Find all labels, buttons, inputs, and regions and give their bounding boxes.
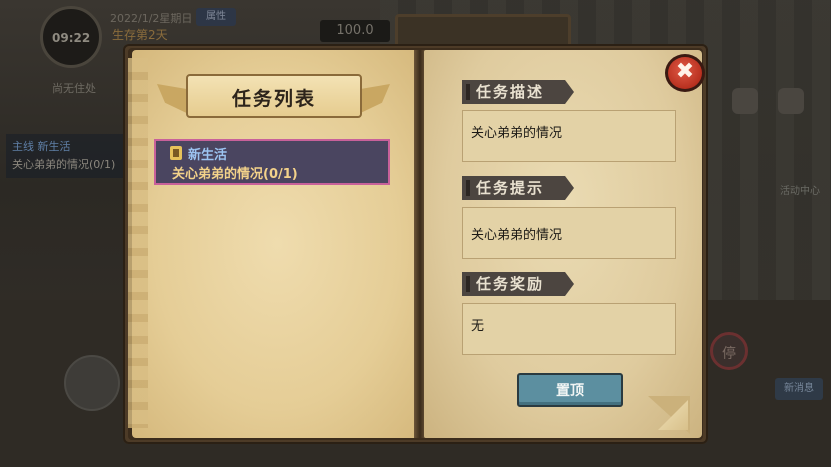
date-label: 2022/1/2星期日 <box>110 12 193 25</box>
announcement-icon <box>732 88 758 114</box>
hint-text: 关心弟弟的情况 <box>471 228 563 243</box>
description-header: 任务描述 <box>462 80 574 104</box>
clock-time: 09:22 <box>52 31 91 45</box>
quest-item-progress: 关心弟弟的情况(0/1) <box>172 167 298 182</box>
reward-text: 无 <box>471 319 485 334</box>
stop-sign: 停 <box>710 332 748 370</box>
quest-list-title: 任务列表 <box>231 88 316 110</box>
quest-item-title: 新生活 <box>188 148 228 163</box>
description-text: 关心弟弟的情况 <box>471 126 563 141</box>
description-header-label: 任务描述 <box>476 83 545 101</box>
money-counter: 100.0 <box>320 20 390 42</box>
quest-tracker-progress: 关心弟弟的情况(0/1) <box>12 158 116 171</box>
hint-header-label: 任务提示 <box>476 179 545 197</box>
reward-header-label: 任务奖励 <box>476 275 545 293</box>
page-rough-edge <box>128 58 148 428</box>
activity-center-label: 活动中心 <box>780 186 820 197</box>
reward-box <box>462 303 676 355</box>
settings-icon <box>778 88 804 114</box>
news-button: 新消息 <box>775 378 823 400</box>
pin-to-top-label: 置顶 <box>556 383 584 399</box>
quest-tracker-title: 主线 新生活 <box>12 140 71 153</box>
clipboard-icon <box>170 146 182 160</box>
reward-header: 任务奖励 <box>462 272 574 296</box>
joystick <box>64 355 120 411</box>
no-home-label: 尚无住处 <box>52 82 96 95</box>
hint-header: 任务提示 <box>462 176 574 200</box>
top-right-icons <box>708 88 823 128</box>
survival-day-label: 生存第2天 <box>112 28 168 42</box>
close-icon: ✖ <box>675 59 695 84</box>
attributes-button: 属性 <box>196 8 236 26</box>
